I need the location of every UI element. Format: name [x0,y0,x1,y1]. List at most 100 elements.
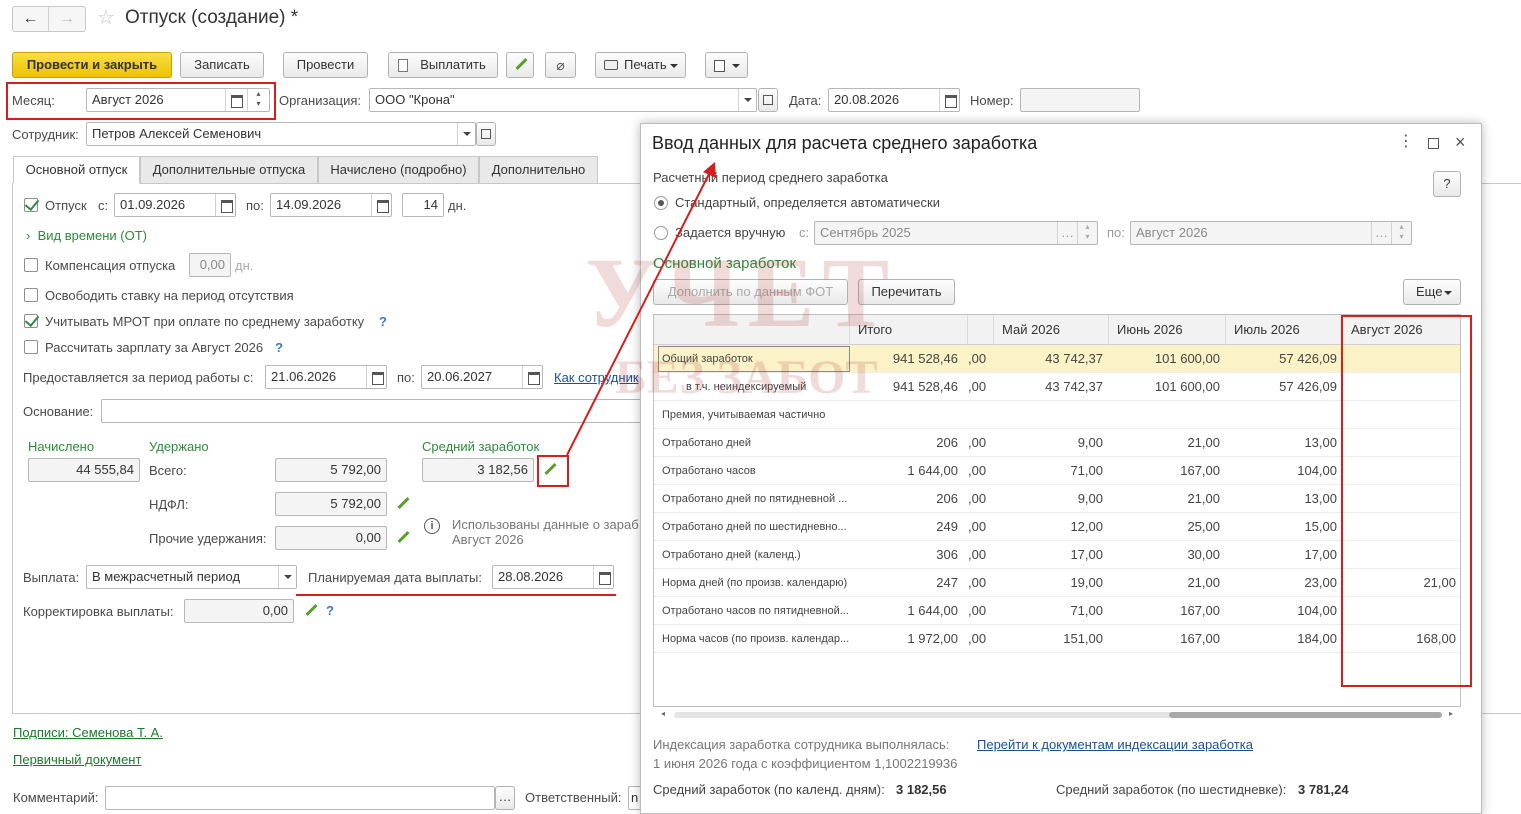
table-cell-total: 941 528,46 [892,379,958,394]
work-period-to-field[interactable]: 20.06.2027 [421,365,543,389]
manual-to-field[interactable]: Август 2026… ▴ ▾ [1130,221,1412,245]
vacation-days-field[interactable]: 14 [402,193,444,217]
scroll-right-arrow[interactable]: ▸ [1449,709,1453,718]
vacation-to-field[interactable]: 14.09.2026 [270,193,392,217]
dialog-title: Ввод данных для расчета среднего заработ… [652,133,1038,153]
scrollbar-thumb[interactable] [1169,712,1442,718]
pencil-edit-icon[interactable] [304,604,318,618]
stepper-icon[interactable]: ▴ ▾ [1077,222,1097,244]
total-label: Всего: [149,463,187,478]
scroll-left-arrow[interactable]: ◂ [661,709,665,718]
table-row[interactable]: Отработано часов 1 644,00 ,00 71,00 167,00 10… [654,457,1460,485]
reread-button[interactable]: Перечитать [858,279,955,305]
comment-expand-button[interactable]: … [495,786,515,810]
table-cell-total: 206 [936,491,958,506]
close-icon[interactable]: × [1455,132,1466,152]
calendar-icon[interactable] [371,194,391,216]
comment-field[interactable] [105,786,495,810]
manual-period-radio[interactable] [654,226,668,240]
other-withholdings-label: Прочие удержания: [149,531,267,546]
to-label: по: [246,198,264,213]
table-row[interactable]: Отработано дней 206 ,00 9,00 21,00 13,00 [654,429,1460,457]
stepper-icon[interactable]: ▴ ▾ [1391,222,1411,244]
table-cell-dec: ,00 [968,575,987,590]
table-row[interactable]: Отработано часов по пятидневной... 1 644,… [654,597,1460,625]
table-row[interactable]: Отработано дней по пятидневной ... 206 ,00… [654,485,1460,513]
table-cell-jun: 101 600,00 [1154,379,1220,394]
calendar-icon[interactable] [593,566,613,588]
how-employee-link[interactable]: Как сотрудник [554,370,639,385]
table-cell-jul: 17,00 [1304,547,1337,562]
vacation-checkbox[interactable] [24,198,38,212]
copy-documents-icon [714,60,725,72]
table-cell-jun: 21,00 [1187,491,1220,506]
table-cell-may: 43 742,37 [1045,379,1103,394]
basis-field[interactable] [101,399,646,423]
signatures-link[interactable]: Подписи: Семенова Т. А. [13,725,163,740]
time-kind-toggle[interactable]: › Вид времени (ОТ) [26,228,147,243]
table-row[interactable]: Норма дней (по произв. календарю) 247 ,00 1… [654,569,1460,597]
tab-content: Отпуск с: 01.09.2026 по: 14.09.2026 14 д… [0,0,646,814]
calendar-icon[interactable] [215,194,235,216]
primary-document-link[interactable]: Первичный документ [13,752,141,767]
table-cell-name: Отработано часов [662,465,756,477]
payout-correction-field[interactable]: 0,00 [184,599,294,623]
payout-select[interactable]: В межрасчетный период [86,565,297,589]
chevron-down-icon[interactable] [278,566,296,588]
chevron-down-icon [732,64,740,68]
number-field[interactable] [1020,88,1140,112]
indexation-docs-link[interactable]: Перейти к документам индексации заработк… [977,737,1253,752]
table-cell-jun: 21,00 [1187,575,1220,590]
fill-from-fot-button[interactable]: Дополнить по данным ФОТ [653,279,848,305]
ellipsis-icon[interactable]: … [1057,222,1077,244]
calc-salary-checkbox[interactable] [24,340,38,354]
vacation-from-field[interactable]: 01.09.2026 [114,193,236,217]
help-question-icon[interactable]: ? [379,314,387,329]
table-cell-may: 17,00 [1070,547,1103,562]
table-row[interactable]: Отработано дней (календ.) 306 ,00 17,00 30,0… [654,541,1460,569]
help-question-icon[interactable]: ? [326,603,334,618]
calendar-icon[interactable] [939,89,959,111]
more-vertical-icon[interactable]: ⋮ [1398,134,1414,150]
calendar-icon[interactable] [366,366,386,388]
date-label: Дата: [789,93,822,108]
table-row[interactable]: Общий заработок 941 528,46,00 43 742,37 101… [654,345,1460,373]
organization-open-button[interactable] [758,88,778,112]
ellipsis-icon[interactable]: … [1371,222,1391,244]
calendar-icon[interactable] [522,366,542,388]
more-button[interactable]: Еще [1403,279,1461,305]
help-button[interactable]: ? [1433,171,1461,197]
pencil-edit-icon[interactable] [396,531,410,545]
table-row[interactable]: Норма часов (по произв. календар... 1 972… [654,625,1460,653]
standard-period-radio[interactable] [654,196,668,210]
table-cell-dec [968,401,994,429]
manual-to-label: по: [1107,225,1125,240]
chevron-down-icon[interactable] [738,89,756,111]
mrot-checkbox[interactable] [24,314,38,328]
compensation-checkbox[interactable] [24,258,38,272]
table-cell-jul: 13,00 [1304,435,1337,450]
pencil-edit-icon[interactable] [396,497,410,511]
free-rate-checkbox[interactable] [24,288,38,302]
maximize-icon[interactable] [1428,138,1439,149]
chevron-down-icon [670,64,678,68]
table-cell-jul: 104,00 [1297,463,1337,478]
table-cell-total [850,401,964,429]
planned-date-field[interactable]: 28.08.2026 [492,565,614,589]
edit-average-highlight-box [537,455,569,487]
manual-period-label: Задается вручную [675,225,786,240]
table-row[interactable]: Отработано дней по шестидневно... 249 ,00 1… [654,513,1460,541]
basis-label: Основание: [23,404,94,419]
table-row[interactable]: Премия, учитываемая частично [654,401,1460,429]
create-based-on-button[interactable] [705,52,748,78]
manual-from-field[interactable]: Сентябрь 2025… ▴ ▾ [814,221,1098,245]
table-cell-name: Отработано часов по пятидневной... [662,605,849,617]
help-question-icon[interactable]: ? [275,340,283,355]
payout-correction-label: Корректировка выплаты: [23,604,174,619]
table-cell-jun: 30,00 [1187,547,1220,562]
table-row[interactable]: в т.ч. неиндексируемый 941 528,46 ,00 43 74… [654,373,1460,401]
work-period-from-field[interactable]: 21.06.2026 [265,365,387,389]
table-cell-total: 206 [936,435,958,450]
compensation-days-field[interactable]: 0,00 [189,253,231,277]
date-field[interactable]: 20.08.2026 [828,88,960,112]
